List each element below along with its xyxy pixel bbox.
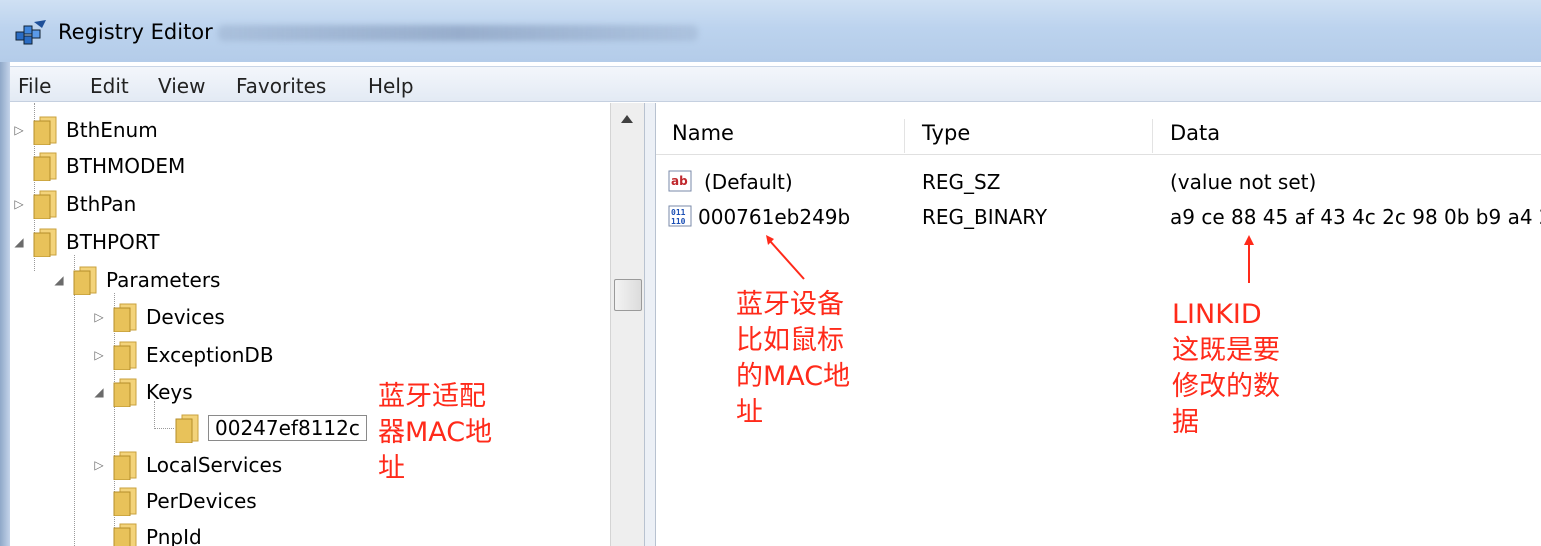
value-row[interactable]: 011 110 000761eb249b REG_BINARY a9 ce 88… [656, 200, 1541, 234]
tree-item-label: Devices [146, 305, 225, 329]
collapse-icon[interactable]: ◢ [52, 273, 66, 287]
folder-icon [113, 451, 137, 480]
value-type: REG_SZ [922, 170, 1001, 194]
folder-icon [113, 487, 137, 516]
folder-icon [113, 523, 137, 546]
tree-item-label: BthEnum [66, 118, 158, 142]
collapse-icon[interactable]: ◢ [92, 385, 106, 399]
menu-file[interactable]: File [18, 74, 51, 98]
folder-icon [175, 414, 199, 443]
arrow-head-icon [1244, 235, 1254, 245]
column-header-name[interactable]: Name [656, 111, 904, 155]
tree-item-label: 00247ef8112c [208, 415, 367, 441]
tree-item-pnpid[interactable]: PnpId [92, 520, 202, 546]
value-row[interactable]: ab (Default) REG_SZ (value not set) [656, 165, 1541, 199]
folder-open-icon [73, 266, 97, 295]
registry-editor-icon [15, 20, 46, 45]
value-data: a9 ce 88 45 af 43 4c 2c 98 0b b9 a4 2 [1170, 205, 1541, 229]
tree-item-bthmodem[interactable]: BTHMODEM [12, 149, 185, 183]
column-divider[interactable] [1152, 119, 1153, 153]
tree-item-label: PnpId [146, 525, 202, 546]
folder-open-icon [33, 228, 57, 257]
tree-item-devices[interactable]: ▷ Devices [92, 300, 225, 334]
folder-icon [113, 341, 137, 370]
annotation-device-mac: 蓝牙设备 比如鼠标 的MAC地 址 [736, 289, 851, 428]
value-name: 000761eb249b [698, 205, 851, 229]
tree-item-exceptiondb[interactable]: ▷ ExceptionDB [92, 338, 274, 372]
column-header-data[interactable]: Data [1154, 111, 1541, 155]
svg-text:011: 011 [671, 208, 686, 217]
value-name: (Default) [704, 170, 793, 194]
folder-open-icon [113, 378, 137, 407]
tree-item-bthenum[interactable]: ▷ BthEnum [12, 113, 158, 147]
folder-icon [33, 116, 57, 145]
scrollbar-thumb[interactable] [614, 279, 642, 311]
menu-bar: File Edit View Favorites Help [10, 66, 1541, 102]
value-data: (value not set) [1170, 170, 1317, 194]
tree-item-localservices[interactable]: ▷ LocalServices [92, 448, 282, 482]
menu-view[interactable]: View [158, 74, 205, 98]
binary-value-icon: 011 110 [668, 205, 692, 227]
column-divider[interactable] [904, 119, 905, 153]
window-border [0, 62, 10, 546]
title-bar: Registry Editor [0, 0, 1541, 62]
folder-icon [33, 190, 57, 219]
value-type: REG_BINARY [922, 205, 1048, 229]
registry-tree[interactable]: ▷ BthEnum BTHMODEM ▷ BthPan ◢ BTHPORT ◢ … [10, 103, 610, 546]
tree-item-label: BthPan [66, 192, 137, 216]
tree-line [74, 255, 75, 546]
svg-text:110: 110 [671, 217, 686, 226]
folder-icon [113, 303, 137, 332]
tree-item-00247ef8112c[interactable]: 00247ef8112c [154, 411, 367, 445]
tree-item-label: PerDevices [146, 489, 257, 513]
pane-splitter[interactable] [644, 103, 656, 546]
column-header-type[interactable]: Type [906, 111, 1154, 155]
collapse-icon[interactable]: ◢ [12, 235, 26, 249]
arrow-head-icon [766, 235, 774, 245]
expand-icon[interactable]: ▷ [92, 458, 106, 472]
tree-item-label: BTHMODEM [66, 154, 186, 178]
menu-edit[interactable]: Edit [90, 74, 129, 98]
tree-scrollbar[interactable] [610, 103, 644, 546]
tree-item-label: LocalServices [146, 453, 283, 477]
scroll-up-arrow-icon[interactable] [621, 115, 633, 123]
annotation-adapter-mac: 蓝牙适配 器MAC地 址 [378, 381, 493, 484]
annotation-linkid: LINKID 这既是要 修改的数 据 [1172, 299, 1280, 438]
tree-item-parameters[interactable]: ◢ Parameters [52, 263, 220, 297]
blurred-title-text [218, 25, 698, 41]
tree-item-label: ExceptionDB [146, 343, 274, 367]
tree-item-bthpan[interactable]: ▷ BthPan [12, 187, 136, 221]
values-list[interactable]: Name Type Data ab (Default) REG_SZ (valu… [656, 103, 1541, 546]
expand-icon[interactable]: ▷ [92, 348, 106, 362]
tree-item-keys[interactable]: ◢ Keys [92, 375, 193, 409]
tree-item-perdevices[interactable]: PerDevices [92, 484, 257, 518]
column-headers: Name Type Data [656, 111, 1541, 155]
menu-favorites[interactable]: Favorites [236, 74, 326, 98]
svg-text:ab: ab [671, 174, 688, 188]
expand-icon[interactable]: ▷ [12, 197, 26, 211]
tree-item-bthport[interactable]: ◢ BTHPORT [12, 225, 159, 259]
window-title: Registry Editor [58, 20, 213, 44]
menu-help[interactable]: Help [368, 74, 414, 98]
tree-item-label: BTHPORT [66, 230, 160, 254]
string-value-icon: ab [668, 170, 692, 192]
expand-icon[interactable]: ▷ [92, 310, 106, 324]
tree-item-label: Parameters [106, 268, 221, 292]
folder-icon [33, 152, 57, 181]
expand-icon[interactable]: ▷ [12, 123, 26, 137]
tree-item-label: Keys [146, 380, 193, 404]
